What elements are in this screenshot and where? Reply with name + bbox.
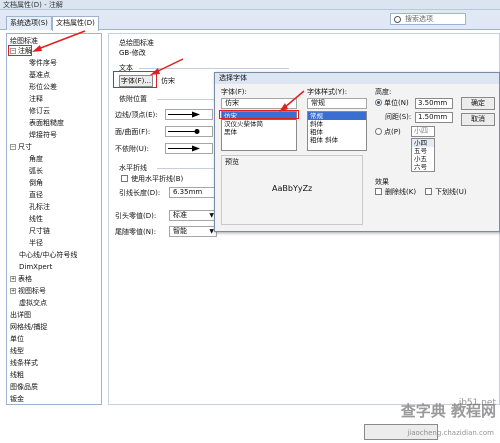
dialog-title: 选择字体 — [215, 73, 499, 84]
tree-item-detailing[interactable]: 出详图 — [10, 310, 31, 321]
arrow-zero-label: 引头零值(D): — [115, 212, 157, 220]
annotation-highlight-box — [8, 45, 32, 56]
collapse-icon[interactable]: − — [10, 144, 16, 150]
preview-box: AaBbYyZz — [221, 155, 363, 225]
tree-item-line-font[interactable]: 线型 — [10, 346, 24, 357]
tree-item-virtual-sharps[interactable]: 虚拟交点 — [19, 298, 47, 309]
checkbox-icon[interactable] — [425, 188, 432, 195]
radio-icon[interactable] — [375, 128, 382, 135]
leader-length-label: 引线长度(D): — [119, 189, 161, 197]
height-label: 高度: — [375, 88, 392, 96]
leader-edge-label: 边线/顶点(E): — [115, 111, 158, 119]
tree-item-line-style[interactable]: 线条样式 — [10, 358, 38, 369]
unit-height-input[interactable]: 3.50mm — [415, 98, 453, 109]
tree-item-notes[interactable]: 注释 — [29, 94, 43, 105]
style-list[interactable]: 常规 斜体 粗体 粗体 斜体 — [307, 111, 367, 151]
tree-item-image-quality[interactable]: 图像品质 — [10, 382, 38, 393]
points-list[interactable]: 小四 五号 小五 六号 — [411, 138, 435, 172]
window-title: 文档属性(D) - 注解 — [3, 1, 63, 9]
tree-item-balloons[interactable]: 零件序号 — [29, 58, 57, 69]
leader-length-input[interactable]: 6.35mm — [169, 187, 219, 198]
selected-font-arrow — [279, 90, 305, 112]
points-list-item[interactable]: 六号 — [412, 163, 434, 171]
tree-item-centerlines[interactable]: 中心线/中心符号线 — [19, 250, 77, 261]
leader-unattached-label: 不依附(U): — [115, 145, 149, 153]
search-icon — [394, 16, 401, 23]
tree-item-chamfer[interactable]: 倒角 — [29, 178, 43, 189]
tree-item-ordinate[interactable]: 尺寸链 — [29, 226, 50, 237]
leader-heading: 依附位置 — [119, 95, 147, 103]
expand-icon[interactable]: + — [10, 276, 16, 282]
font-list-item[interactable]: 汉仪火柴体简 — [222, 120, 296, 128]
bent-leader-heading: 水平折线 — [119, 164, 147, 172]
radio-selected-icon[interactable] — [375, 99, 382, 106]
strikethrough-checkbox[interactable]: 删除线(K) — [375, 187, 416, 197]
annotation-arrow — [32, 30, 86, 52]
effects-label: 效果 — [375, 178, 389, 186]
leader-edge-style[interactable] — [165, 109, 213, 120]
points-list-item[interactable]: 小四 — [412, 139, 434, 147]
leader-unattached-style[interactable] — [165, 143, 213, 154]
points-list-item[interactable]: 小五 — [412, 155, 434, 163]
tree-item-angle[interactable]: 角度 — [29, 154, 43, 165]
checkbox-icon[interactable] — [375, 188, 382, 195]
font-label: 字体(F): — [221, 88, 247, 96]
tree-item-dimensions[interactable]: − 尺寸 — [10, 142, 32, 153]
underline-checkbox[interactable]: 下划线(U) — [425, 187, 467, 197]
bent-leader-checkbox[interactable]: 使用水平折线(B) — [121, 174, 183, 184]
watermark: 查字典 教程网 ib51.net jiaocheng.chazidian.com — [366, 398, 496, 440]
style-input[interactable]: 常规 — [307, 98, 367, 109]
standard-value: GB-修改 — [119, 49, 146, 57]
tree-item-sheet-metal[interactable]: 钣金 — [10, 394, 24, 404]
style-list-item[interactable]: 粗体 — [308, 128, 366, 136]
ok-button[interactable]: 确定 — [461, 97, 495, 110]
trailing-zero-label: 尾随零值(N): — [115, 228, 157, 236]
arrow-zero-select[interactable]: 标准 ▼ — [169, 210, 217, 221]
tree-item-gtol[interactable]: 形位公差 — [29, 82, 57, 93]
tree-item-datums[interactable]: 基准点 — [29, 70, 50, 81]
expand-icon[interactable]: + — [10, 288, 16, 294]
search-placeholder: 搜索选项 — [405, 15, 433, 23]
unit-radio[interactable]: 单位(N) — [375, 98, 409, 108]
tree-item-weld-symbols[interactable]: 焊接符号 — [29, 130, 57, 141]
tree-item-dimxpert[interactable]: DimXpert — [19, 262, 52, 273]
tree-item-line-thickness[interactable]: 线粗 — [10, 370, 24, 381]
tree-item-units[interactable]: 单位 — [10, 334, 24, 345]
preview-text: AaBbYyZz — [272, 184, 313, 193]
style-list-item[interactable]: 常规 — [308, 112, 366, 120]
tree-item-tables[interactable]: + 表格 — [10, 274, 32, 285]
leader-face-style[interactable] — [165, 126, 213, 137]
font-list-item[interactable]: 黑体 — [222, 128, 296, 136]
spacing-label: 间距(S): — [385, 113, 412, 121]
points-radio[interactable]: 点(P) — [375, 127, 401, 137]
tree-item-revision-clouds[interactable]: 修订云 — [29, 106, 50, 117]
search-input[interactable]: 搜索选项 — [390, 13, 466, 25]
style-list-item[interactable]: 粗体 斜体 — [308, 136, 366, 144]
font-button-arrow — [150, 58, 184, 75]
tree-item-grid-snap[interactable]: 网格线/捕捉 — [10, 322, 47, 333]
checkbox-icon[interactable] — [121, 175, 128, 182]
cancel-button[interactable]: 取消 — [461, 113, 495, 126]
style-label: 字体样式(Y): — [307, 88, 348, 96]
tree-item-diameter[interactable]: 直径 — [29, 190, 43, 201]
tree-item-view-labels[interactable]: + 视图标号 — [10, 286, 46, 297]
tree-item-arc-length[interactable]: 弧长 — [29, 166, 43, 177]
points-list-item[interactable]: 五号 — [412, 147, 434, 155]
style-list-item[interactable]: 斜体 — [308, 120, 366, 128]
points-input[interactable]: 小四 — [411, 126, 435, 137]
tree-item-radius[interactable]: 半径 — [29, 238, 43, 249]
watermark-url: jiaocheng.chazidian.com — [407, 429, 494, 437]
trailing-zero-select[interactable]: 智能 ▼ — [169, 226, 217, 237]
select-font-dialog: 选择字体 字体(F): 仿宋 仿宋 汉仪火柴体简 黑体 字体样式(Y): 常规 … — [214, 72, 500, 232]
window-titlebar: 文档属性(D) - 注解 — [0, 0, 500, 10]
leader-face-label: 面/曲面(F): — [115, 128, 151, 136]
watermark-site: ib51.net — [458, 398, 496, 408]
options-tree[interactable]: 绘图标准 − 注解 零件序号 基准点 形位公差 注释 修订云 表面粗糙度 焊接符号… — [6, 33, 102, 405]
standard-heading: 总绘图标准 — [119, 39, 154, 47]
tree-item-linear[interactable]: 线性 — [29, 214, 43, 225]
tree-item-hole-callout[interactable]: 孔标注 — [29, 202, 50, 213]
spacing-input[interactable]: 1.50mm — [415, 112, 453, 123]
tree-item-surface-finish[interactable]: 表面粗糙度 — [29, 118, 64, 129]
